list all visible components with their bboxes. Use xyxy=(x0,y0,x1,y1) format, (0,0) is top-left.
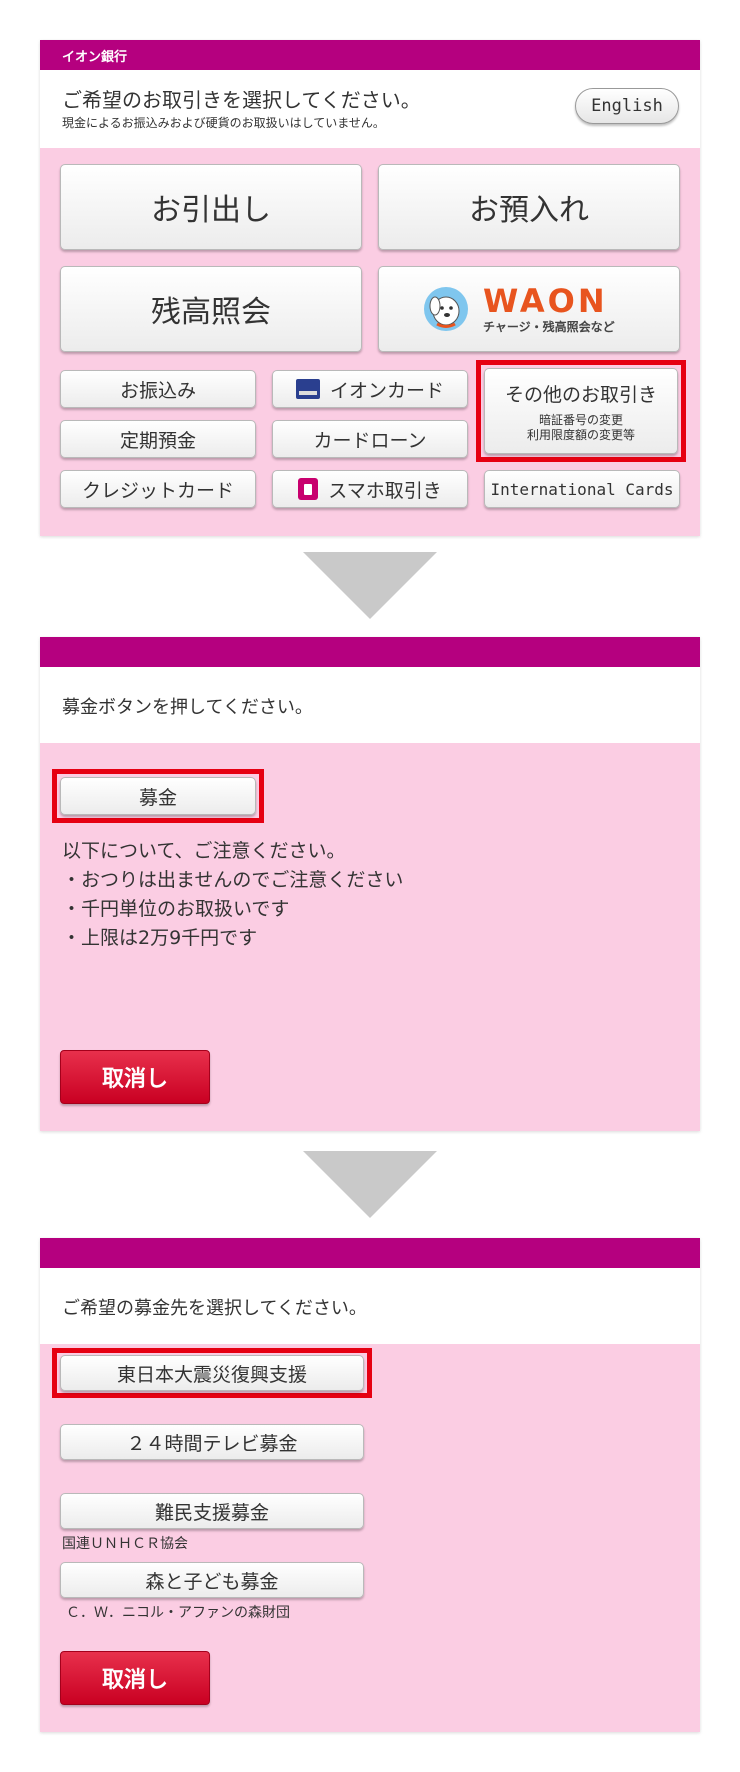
cancel-button[interactable]: 取消し xyxy=(60,1651,210,1705)
international-cards-button[interactable]: International Cards xyxy=(484,470,680,508)
page-title: ご希望のお取引きを選択してください。 xyxy=(62,88,421,112)
donation-option-refugee[interactable]: 難民支援募金 xyxy=(60,1493,364,1529)
option-sublabel: Ｃ．Ｗ．ニコル・アファンの森財団 xyxy=(66,1605,290,1621)
screen1-body: お引出し お預入れ 残高照会 WAON チャージ・残高照会など お振込み イオン… xyxy=(40,148,700,536)
page-title: ご希望の募金先を選択してください。 xyxy=(62,1298,367,1319)
bank-name-bar: イオン銀行 xyxy=(40,40,700,70)
deposit-button[interactable]: お預入れ xyxy=(378,164,680,250)
screen-header: 募金ボタンを押してください。 xyxy=(40,667,700,743)
cancel-button[interactable]: 取消し xyxy=(60,1050,210,1104)
donation-option-tohoku[interactable]: 東日本大震災復興支援 xyxy=(60,1355,364,1391)
screen-donation-destination: ご希望の募金先を選択してください。 東日本大震災復興支援 ２４時間テレビ募金 難… xyxy=(40,1238,700,1732)
screen2-body: 募金 以下について、ご注意ください。 ・おつりは出ませんのでご注意ください ・千… xyxy=(40,743,700,1131)
waon-sublabel: チャージ・残高照会など xyxy=(483,319,615,334)
waon-dog-icon xyxy=(424,287,468,331)
notice-heading: 以下について、ご注意ください。 xyxy=(62,840,346,862)
page-title: 募金ボタンを押してください。 xyxy=(62,697,313,718)
card-loan-label: カードローン xyxy=(313,429,427,452)
option-label: 難民支援募金 xyxy=(154,1501,269,1524)
time-deposit-button[interactable]: 定期預金 xyxy=(60,420,256,458)
international-label: International Cards xyxy=(490,479,674,499)
donation-label: 募金 xyxy=(138,786,177,809)
waon-button[interactable]: WAON チャージ・残高照会など xyxy=(378,266,680,352)
option-label: ２４時間テレビ募金 xyxy=(126,1432,298,1455)
time-deposit-label: 定期預金 xyxy=(119,429,196,452)
cancel-label: 取消し xyxy=(101,1067,168,1092)
balance-inquiry-button[interactable]: 残高照会 xyxy=(60,266,362,352)
cancel-label: 取消し xyxy=(101,1668,168,1693)
screen-header: ご希望のお取引きを選択してください。 現金によるお振込みおよび硬貨のお取扱いはし… xyxy=(40,70,700,148)
english-button[interactable]: English xyxy=(575,88,679,124)
credit-card-label: クレジットカード xyxy=(81,479,234,502)
aeon-card-label: イオンカード xyxy=(329,379,444,402)
other-transactions-button[interactable]: その他のお取引き 暗証番号の変更 利用限度額の変更等 xyxy=(484,368,678,454)
screen-transaction-menu: イオン銀行 ご希望のお取引きを選択してください。 現金によるお振込みおよび硬貨の… xyxy=(40,40,700,536)
card-loan-button[interactable]: カードローン xyxy=(272,420,468,458)
screen3-body: 東日本大震災復興支援 ２４時間テレビ募金 難民支援募金 国連ＵＮＨＣＲ協会 森と… xyxy=(40,1344,700,1732)
balance-label: 残高照会 xyxy=(151,295,271,330)
smartphone-label: スマホ取引き xyxy=(328,479,442,502)
english-label: English xyxy=(591,96,663,116)
header-bar xyxy=(40,1238,700,1268)
notice-item: ・上限は2万9千円です xyxy=(62,927,258,949)
other-label: その他のお取引き xyxy=(504,383,657,406)
page-subtitle: 現金によるお振込みおよび硬貨のお取扱いはしていません。 xyxy=(62,116,385,130)
other-sublabel-1: 暗証番号の変更 xyxy=(538,412,623,427)
credit-card-button[interactable]: クレジットカード xyxy=(60,470,256,508)
donation-option-forest[interactable]: 森と子ども募金 xyxy=(60,1562,364,1598)
option-label: 東日本大震災復興支援 xyxy=(116,1363,307,1386)
arrow-down-icon xyxy=(303,552,437,619)
withdraw-label: お引出し xyxy=(151,193,271,228)
waon-logo: WAON xyxy=(483,281,608,320)
screen-header: ご希望の募金先を選択してください。 xyxy=(40,1268,700,1344)
donation-button[interactable]: 募金 xyxy=(60,777,256,815)
aeon-card-icon xyxy=(295,379,320,399)
smartphone-icon xyxy=(298,478,319,500)
waon-text: WAON チャージ・残高照会など xyxy=(483,284,615,335)
notice-item: ・千円単位のお取扱いです xyxy=(62,898,290,920)
notice-item: ・おつりは出ませんのでご注意ください xyxy=(62,869,404,891)
other-sublabel-2: 利用限度額の変更等 xyxy=(526,427,635,442)
header-bar xyxy=(40,637,700,667)
transfer-button[interactable]: お振込み xyxy=(60,370,256,408)
option-label: 森と子ども募金 xyxy=(145,1570,279,1593)
aeon-card-button[interactable]: イオンカード xyxy=(272,370,468,408)
arrow-down-icon xyxy=(303,1151,437,1218)
screen-donation-notice: 募金ボタンを押してください。 募金 以下について、ご注意ください。 ・おつりは出… xyxy=(40,637,700,1131)
donation-option-24h-tv[interactable]: ２４時間テレビ募金 xyxy=(60,1424,364,1460)
transfer-label: お振込み xyxy=(119,379,196,402)
deposit-label: お預入れ xyxy=(469,193,589,228)
smartphone-button[interactable]: スマホ取引き xyxy=(272,470,468,508)
withdraw-button[interactable]: お引出し xyxy=(60,164,362,250)
option-sublabel: 国連ＵＮＨＣＲ協会 xyxy=(62,1536,188,1552)
